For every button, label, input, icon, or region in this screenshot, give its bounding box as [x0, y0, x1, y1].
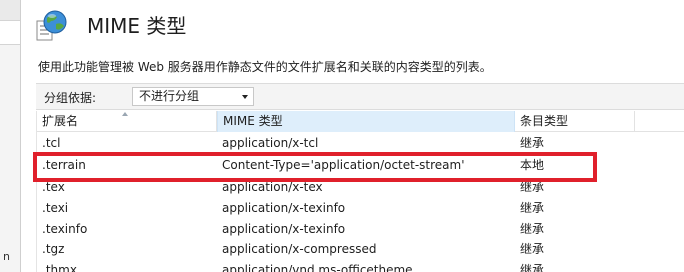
left-pane-edge: n: [0, 0, 21, 272]
column-header-label: MIME 类型: [223, 114, 283, 128]
page-description: 使用此功能管理被 Web 服务器用作静态文件的文件扩展名和关联的内容类型的列表。: [38, 60, 492, 74]
cell-entry-type: 继承: [520, 263, 545, 272]
cell-extension: .tcl: [42, 136, 61, 150]
chevron-down-icon[interactable]: [242, 95, 248, 99]
cell-mime-type: application/x-texinfo: [222, 222, 346, 236]
mime-types-table: 扩展名 MIME 类型 条目类型 .tcl application/x-tcl …: [36, 111, 684, 272]
column-header-label: 扩展名: [42, 114, 79, 128]
cell-extension: .texinfo: [42, 222, 88, 236]
group-by-label: 分组依据:: [44, 91, 97, 105]
cell-mime-type: application/x-texinfo: [222, 201, 346, 215]
group-by-value: 不进行分组: [139, 89, 200, 103]
column-header-entry-type[interactable]: 条目类型: [515, 111, 635, 132]
highlight-annotation-box: [33, 152, 597, 182]
column-header-label: 条目类型: [520, 114, 569, 128]
column-header-filler: [635, 111, 684, 132]
cell-extension: .tgz: [42, 242, 65, 256]
group-by-select[interactable]: 不进行分组: [132, 87, 254, 106]
group-by-toolbar: 分组依据: 不进行分组: [36, 83, 684, 110]
table-row[interactable]: .thmx application/vnd.ms-officetheme 继承: [37, 260, 684, 272]
cell-mime-type: application/x-tcl: [222, 136, 319, 150]
table-header: 扩展名 MIME 类型 条目类型: [37, 111, 684, 132]
column-header-mime-type[interactable]: MIME 类型: [217, 111, 515, 132]
left-pane-text: n: [3, 250, 10, 263]
table-row[interactable]: .texinfo application/x-texinfo 继承: [37, 219, 684, 240]
left-pane-segment: [0, 21, 20, 45]
table-row[interactable]: .tgz application/x-compressed 继承: [37, 239, 684, 260]
cell-mime-type: application/x-compressed: [222, 242, 377, 256]
cell-entry-type: 继承: [520, 222, 545, 236]
cell-extension: .thmx: [42, 263, 77, 272]
cell-entry-type: 继承: [520, 136, 545, 150]
cell-mime-type: application/vnd.ms-officetheme: [222, 263, 413, 272]
table-row[interactable]: .texi application/x-texinfo 继承: [37, 198, 684, 219]
cell-entry-type: 继承: [520, 201, 545, 215]
cell-extension: .texi: [42, 201, 69, 215]
left-pane-segment: [0, 0, 20, 21]
sort-ascending-icon: [122, 112, 128, 116]
globe-document-icon: [35, 9, 69, 43]
cell-entry-type: 继承: [520, 242, 545, 256]
table-row[interactable]: .tcl application/x-tcl 继承: [37, 133, 684, 154]
page-title: MIME 类型: [87, 14, 187, 38]
column-header-extension[interactable]: 扩展名: [37, 111, 217, 132]
